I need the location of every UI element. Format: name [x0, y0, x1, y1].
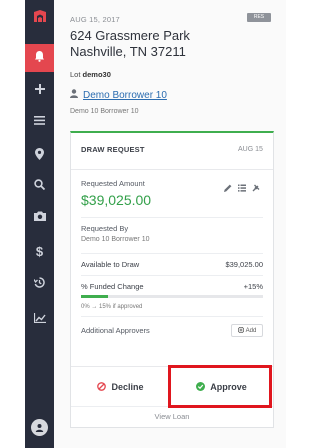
sidebar-nav: $ — [25, 0, 54, 448]
sidebar-item-add[interactable] — [25, 79, 54, 101]
lot-value: demo30 — [82, 70, 111, 79]
approve-highlight — [168, 365, 272, 408]
plus-icon — [34, 83, 45, 97]
sidebar-item-search[interactable] — [25, 175, 54, 197]
add-approver-button[interactable]: Add — [231, 324, 263, 337]
bell-icon — [34, 49, 45, 67]
borrower-name[interactable]: Demo Borrower 10 — [83, 90, 167, 101]
chart-icon — [33, 312, 46, 326]
history-icon — [33, 277, 45, 291]
divider — [81, 253, 263, 254]
sidebar-item-reports[interactable] — [25, 308, 54, 330]
card-title: DRAW REQUEST — [81, 145, 145, 154]
funded-change-row: % Funded Change +15% — [81, 282, 263, 291]
sidebar-item-notifications[interactable] — [25, 44, 54, 72]
sidebar-item-map[interactable] — [25, 144, 54, 166]
camera-icon — [33, 210, 46, 224]
requested-by-value: Demo 10 Borrower 10 — [81, 236, 150, 243]
card-tools — [224, 179, 260, 197]
funded-progress-bar — [81, 295, 263, 298]
attachment-icon[interactable] — [252, 179, 260, 197]
decline-icon — [97, 381, 107, 393]
available-to-draw-row: Available to Draw $39,025.00 — [81, 260, 263, 269]
status-badge: RES — [247, 13, 271, 22]
sidebar-item-camera[interactable] — [25, 206, 54, 228]
dollar-icon: $ — [35, 243, 44, 259]
address-line-1: 624 Grassmere Park — [70, 28, 190, 43]
view-loan-link[interactable]: View Loan — [71, 406, 273, 427]
decline-button[interactable]: Decline — [71, 367, 170, 407]
user-avatar-icon — [35, 419, 44, 437]
search-icon — [34, 179, 46, 193]
property-date: AUG 15, 2017 — [70, 15, 120, 24]
edit-icon[interactable] — [224, 179, 232, 197]
borrower-link[interactable]: Demo Borrower 10 — [70, 89, 167, 101]
sidebar-item-finance[interactable]: $ — [25, 240, 54, 262]
map-pin-icon — [35, 147, 44, 163]
divider — [81, 217, 263, 218]
approvers-label: Additional Approvers — [81, 326, 150, 335]
available-label: Available to Draw — [81, 260, 140, 269]
requested-amount: $39,025.00 — [81, 192, 152, 208]
lot-label: Lot — [70, 70, 81, 79]
sidebar-item-list[interactable] — [25, 110, 54, 132]
decline-label: Decline — [111, 382, 144, 392]
card-date: AUG 15 — [238, 146, 263, 153]
add-icon — [237, 326, 244, 335]
requested-amount-label: Requested Amount — [81, 179, 145, 188]
divider — [81, 275, 263, 276]
lot-info: Lot demo30 — [70, 70, 111, 79]
list-icon — [34, 114, 45, 128]
progress-fill — [81, 295, 109, 298]
card-header: DRAW REQUEST AUG 15 — [71, 133, 273, 170]
person-icon — [70, 89, 78, 101]
funded-label: % Funded Change — [81, 282, 144, 291]
borrower-subtitle: Demo 10 Borrower 10 — [70, 108, 139, 115]
list-detail-icon[interactable] — [238, 179, 246, 197]
add-label: Add — [245, 327, 257, 334]
address-line-2: Nashville, TN 37211 — [70, 44, 186, 59]
user-avatar[interactable] — [31, 419, 48, 436]
app-logo-icon[interactable] — [25, 4, 54, 30]
funded-value: +15% — [243, 282, 263, 291]
progress-note: 0% → 15% if approved — [81, 304, 143, 310]
requested-by-label: Requested By — [81, 224, 129, 233]
sidebar-item-history[interactable] — [25, 273, 54, 295]
available-value: $39,025.00 — [225, 260, 263, 269]
app-frame: $ AUG 15, 2017 RES 624 Grassmere Park Na… — [0, 0, 286, 448]
divider — [81, 316, 263, 317]
